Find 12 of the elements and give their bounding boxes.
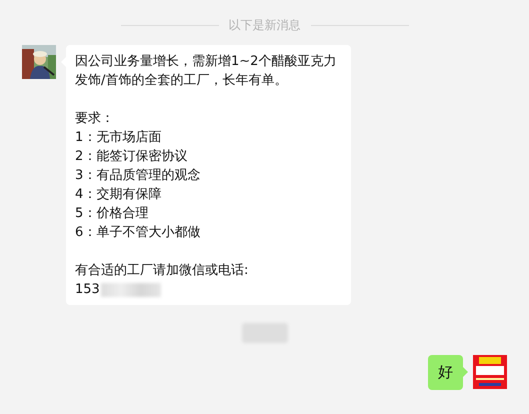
message-text: 3：有品质管理的观念 [75,167,200,185]
message-text: 2：能签订保密协议 [75,148,188,166]
message-text: 5：价格合理 [75,205,148,223]
message-text: 6：单子不管大小都做 [75,224,200,242]
message-text: 好 [438,363,453,382]
message-text: 因公司业务量增长，需新增1~2个醋酸亚克力发饰/首饰的全套的工厂，长年有单。 [75,53,338,90]
message-text: 要求： [75,110,114,128]
message-text: 4：交期有保障 [75,186,162,204]
message-text: 有合适的工厂请加微信或电话: [75,262,248,280]
message-text: 1：无市场店面 [75,129,162,147]
new-messages-divider: 以下是新消息 [228,16,300,34]
message-text: 153 [75,281,100,299]
